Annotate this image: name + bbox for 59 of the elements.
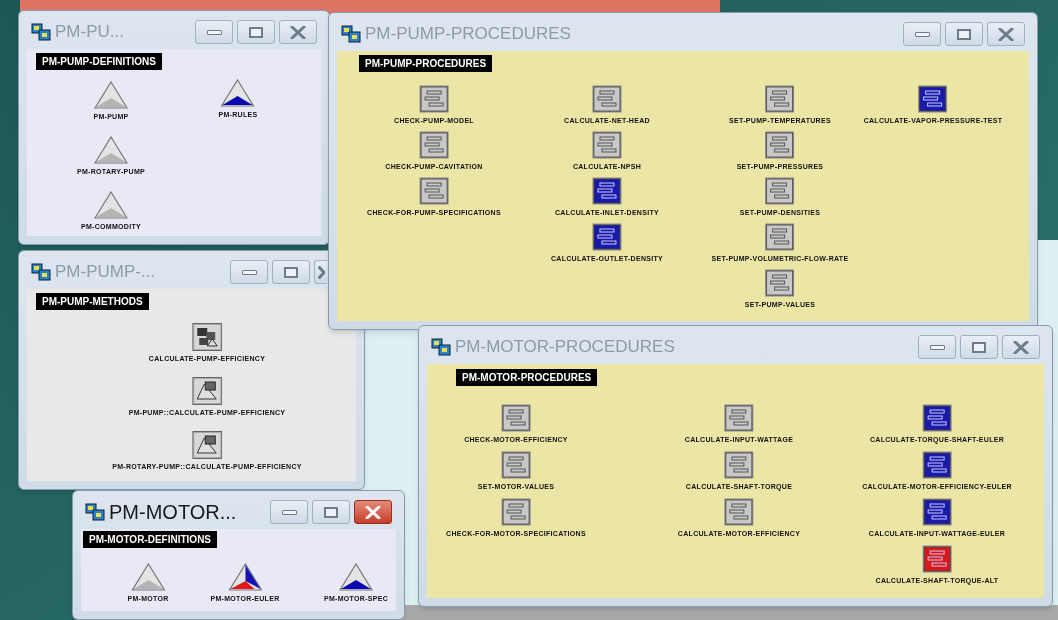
close-icon [365, 505, 381, 519]
minimize-icon [914, 31, 930, 37]
app-icon [31, 23, 51, 41]
app-icon [31, 263, 51, 281]
maximize-icon [284, 266, 298, 278]
maximize-icon [972, 341, 986, 353]
workspace-label: PM-PUMP-DEFINITIONS [36, 53, 162, 70]
app-icon [341, 25, 361, 43]
method-group-icon[interactable] [192, 323, 222, 351]
close-button[interactable] [354, 500, 392, 524]
minimize-button[interactable] [903, 22, 941, 46]
procedure-icon[interactable] [765, 177, 795, 205]
procedure-icon[interactable] [765, 131, 795, 159]
minimize-button[interactable] [195, 20, 233, 44]
window-title: PM-PUMP-PROCEDURES [365, 23, 571, 46]
close-icon [998, 27, 1014, 41]
close-button[interactable] [1002, 335, 1040, 359]
minimize-icon [206, 29, 222, 35]
procedure-icon[interactable] [918, 85, 948, 113]
triangle-icon[interactable] [339, 563, 373, 591]
window-title: PM-MOTOR... [109, 500, 237, 525]
maximize-button[interactable] [945, 22, 983, 46]
maximize-button[interactable] [272, 260, 310, 284]
window-title: PM-PUMP-... [55, 261, 156, 284]
minimize-button[interactable] [230, 260, 268, 284]
maximize-icon [249, 26, 263, 38]
close-button[interactable] [314, 260, 327, 284]
procedure-icon[interactable] [765, 85, 795, 113]
maximize-icon [324, 506, 338, 518]
minimize-button[interactable] [270, 500, 308, 524]
triangle-icon[interactable] [221, 79, 255, 107]
window-title: PM-MOTOR-PROCEDURES [455, 336, 675, 359]
maximize-button[interactable] [312, 500, 350, 524]
maximize-button[interactable] [237, 20, 275, 44]
minimize-icon [281, 509, 297, 515]
close-icon [290, 25, 306, 39]
workspace-label: PM-MOTOR-DEFINITIONS [83, 531, 218, 548]
minimize-button[interactable] [918, 335, 956, 359]
workspace-label: PM-PUMP-METHODS [36, 293, 149, 310]
close-button[interactable] [987, 22, 1025, 46]
triangle-icon[interactable] [228, 563, 262, 591]
procedure-icon[interactable] [765, 269, 795, 297]
workspace-label: PM-MOTOR-PROCEDURES [456, 369, 598, 386]
procedure-icon[interactable] [592, 177, 622, 205]
maximize-button[interactable] [960, 335, 998, 359]
procedure-icon[interactable] [592, 223, 622, 251]
workspace-label: PM-PUMP-PROCEDURES [359, 55, 493, 72]
method-icon[interactable] [192, 377, 222, 405]
close-button[interactable] [279, 20, 317, 44]
method-icon[interactable] [192, 431, 222, 459]
window-title: PM-PU... [55, 21, 124, 44]
maximize-icon [957, 28, 971, 40]
app-icon [85, 503, 105, 521]
procedure-icon[interactable] [765, 223, 795, 251]
close-icon [1013, 340, 1029, 354]
close-icon [317, 265, 325, 279]
minimize-icon [241, 269, 257, 275]
app-icon [431, 338, 451, 356]
minimize-icon [929, 344, 945, 350]
